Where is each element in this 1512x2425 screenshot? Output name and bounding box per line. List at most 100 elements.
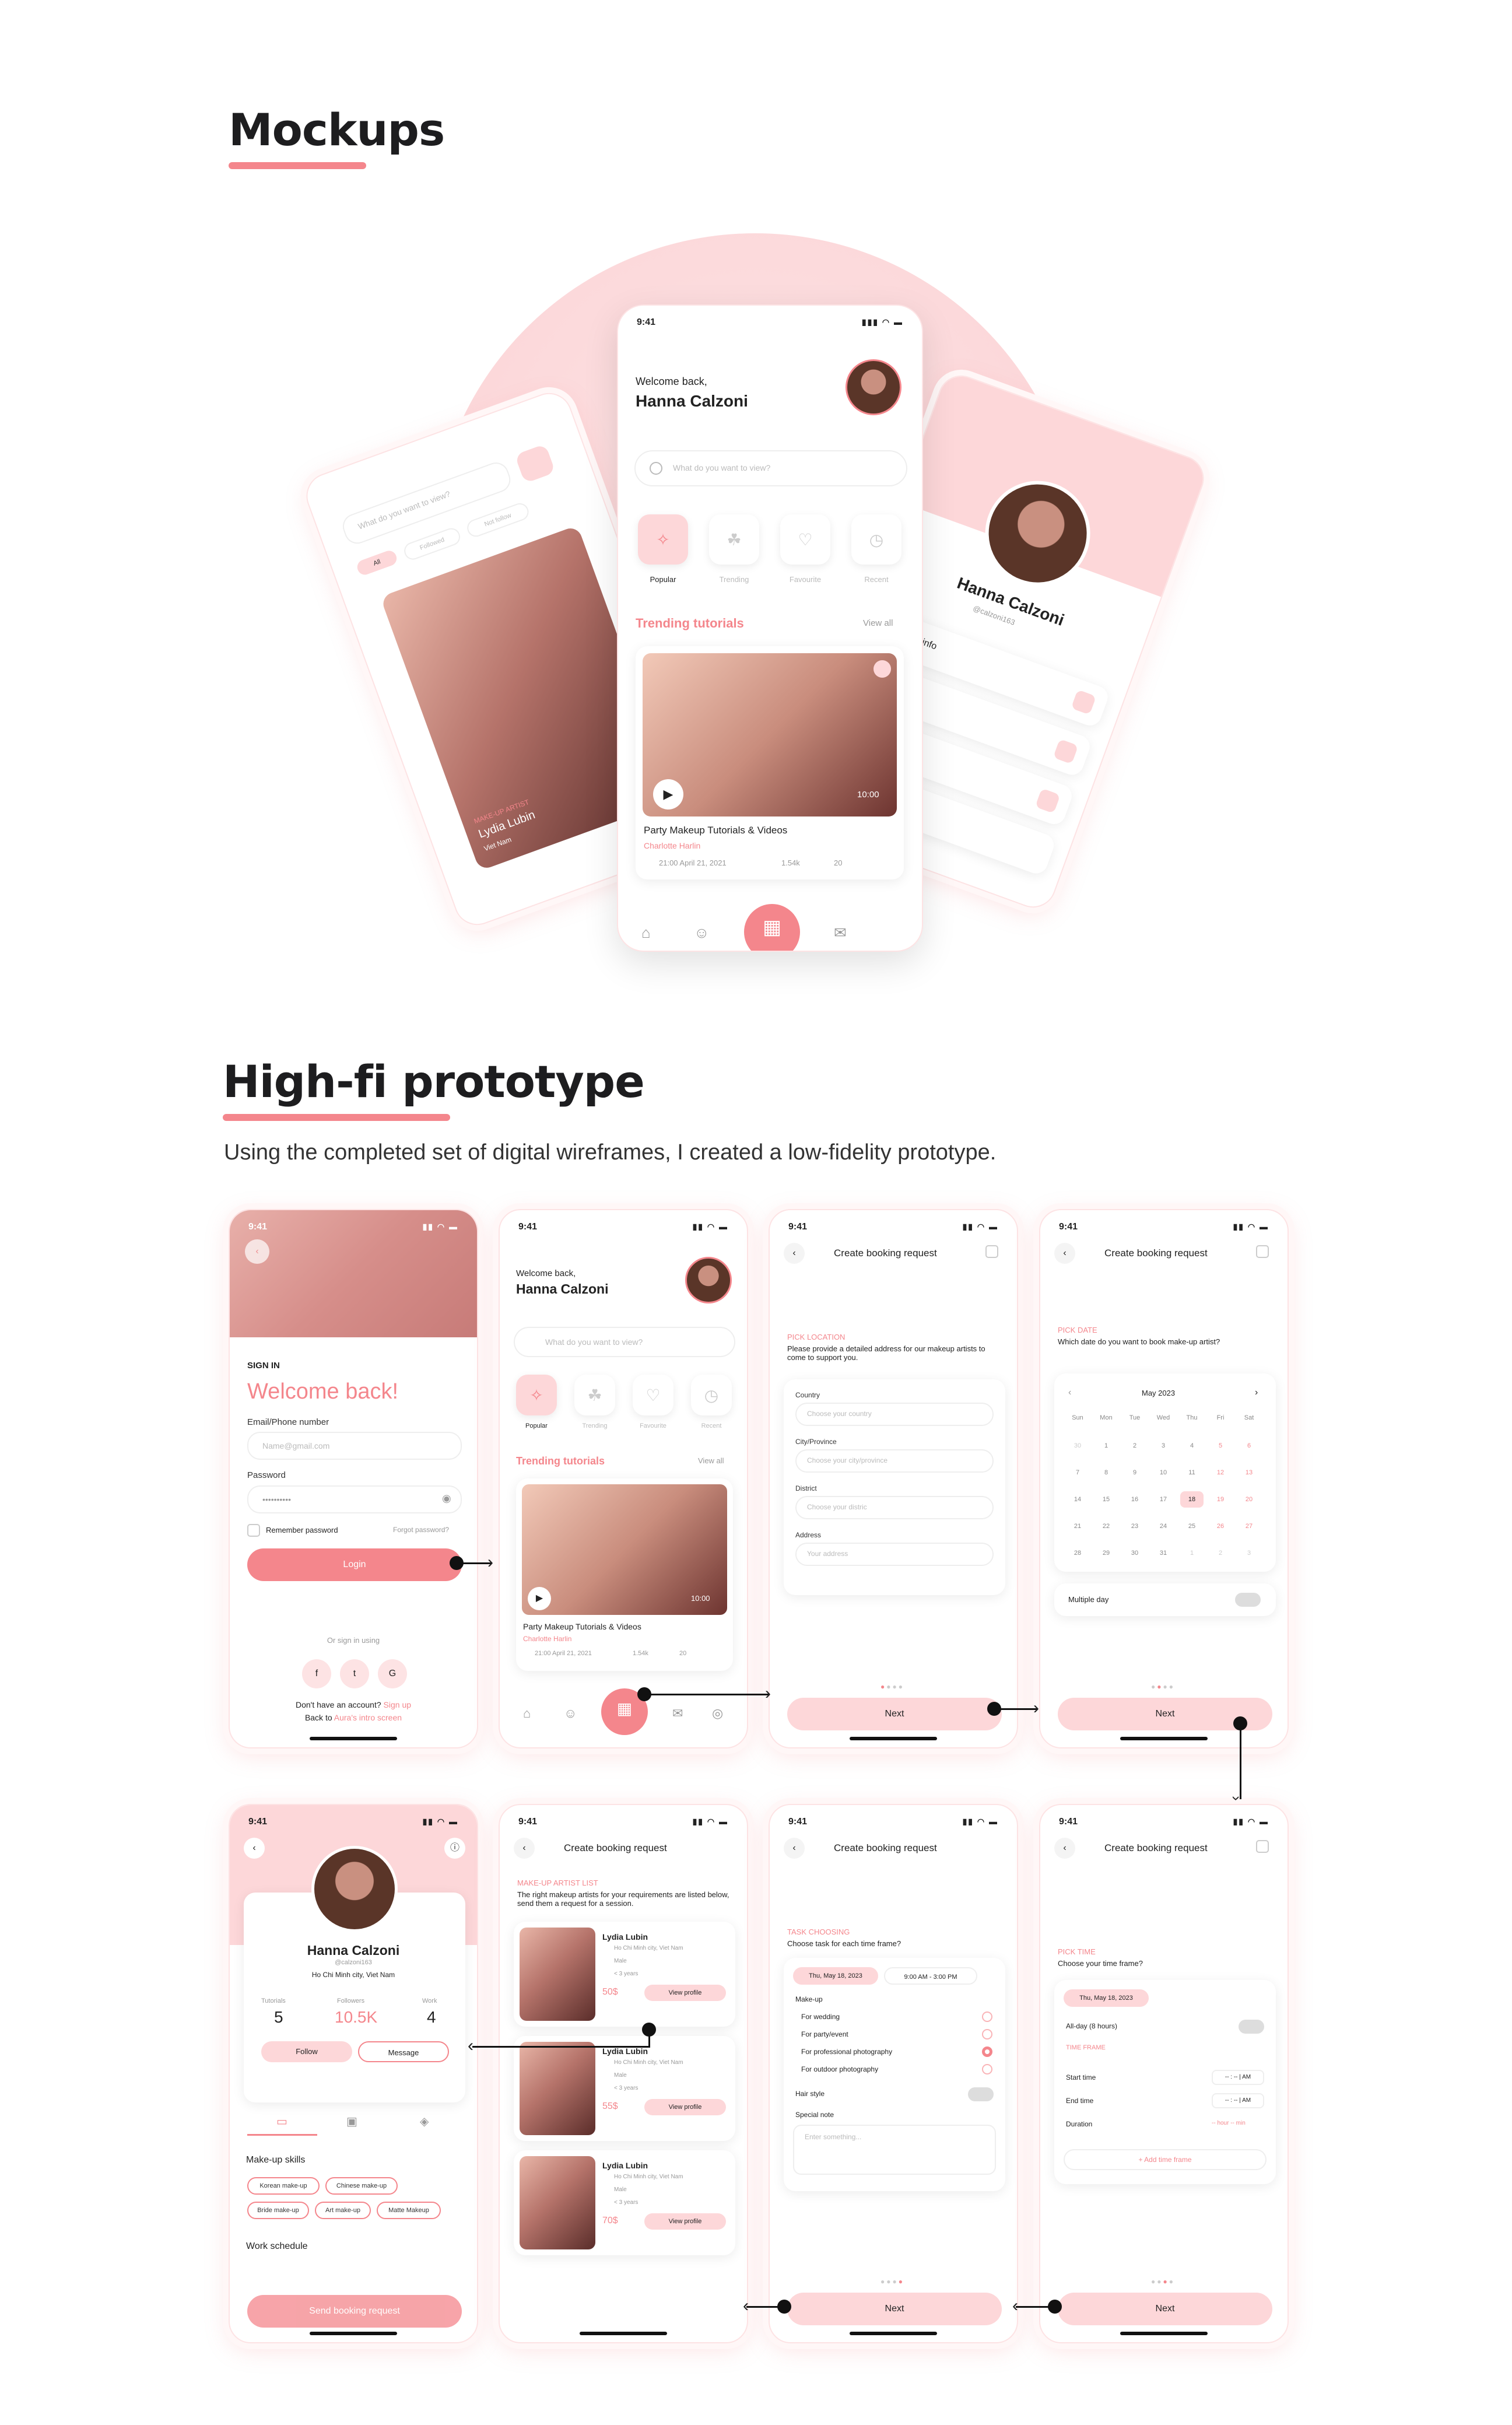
calendar-day[interactable]: 11 [1180, 1464, 1204, 1481]
calendar-day[interactable]: 5 [1209, 1438, 1232, 1454]
next-button[interactable]: Next [1058, 2293, 1272, 2325]
tab-tutorials-icon[interactable]: ▭ [276, 2114, 287, 2129]
calendar-day[interactable]: 2 [1123, 1438, 1146, 1454]
calendar-day[interactable]: 10 [1152, 1464, 1175, 1481]
cat-trending-icon[interactable]: ☘ [709, 514, 759, 565]
calendar-day[interactable]: 15 [1094, 1491, 1118, 1508]
login-button[interactable]: Login [247, 1548, 462, 1581]
help-icon[interactable] [1256, 1840, 1269, 1853]
calendar-day[interactable]: 3 [1152, 1438, 1175, 1454]
calendar-day[interactable]: 18 [1180, 1491, 1204, 1508]
end-input[interactable]: -- : -- | AM [1212, 2093, 1264, 2108]
signup-link[interactable]: Sign up [384, 1700, 411, 1709]
view-profile-button[interactable]: View profile [644, 1985, 726, 2001]
heart-icon[interactable] [873, 660, 891, 678]
radio-wedding[interactable] [982, 2012, 992, 2022]
calendar-day[interactable]: 23 [1123, 1518, 1146, 1534]
video-card[interactable]: ▶ 10:00 Party Makeup Tutorials & Videos … [516, 1478, 733, 1671]
calendar-day[interactable]: 29 [1094, 1545, 1118, 1561]
calendar-day[interactable]: 17 [1152, 1491, 1175, 1508]
calendar-day[interactable]: 16 [1123, 1491, 1146, 1508]
city-select[interactable]: Choose your city/province [795, 1449, 994, 1473]
message-button[interactable]: Message [358, 2041, 449, 2062]
calendar-day[interactable]: 7 [1066, 1464, 1089, 1481]
left-mock-search[interactable]: What do you want to view? [339, 458, 514, 548]
help-icon[interactable] [1256, 1245, 1269, 1258]
back-icon[interactable]: ‹ [1054, 1838, 1075, 1859]
eye-icon[interactable]: ◉ [442, 1492, 451, 1505]
intro-link[interactable]: Aura's intro screen [334, 1713, 402, 1722]
calendar-day[interactable]: 30 [1123, 1545, 1146, 1561]
next-month-icon[interactable]: › [1255, 1387, 1258, 1398]
tab-schedule-icon[interactable]: ◈ [420, 2114, 429, 2129]
home-search[interactable]: What do you want to view? [634, 450, 907, 486]
add-time-frame-button[interactable]: + Add time frame [1064, 2149, 1267, 2170]
password-field[interactable]: •••••••••• [247, 1485, 462, 1513]
calendar-day[interactable]: 12 [1209, 1464, 1232, 1481]
calendar-day[interactable]: 2 [1209, 1545, 1232, 1561]
send-request-button[interactable]: Send booking request [247, 2295, 462, 2328]
calendar-day[interactable]: 1 [1180, 1545, 1204, 1561]
next-button[interactable]: Next [787, 1698, 1002, 1730]
calendar-day[interactable]: 31 [1152, 1545, 1175, 1561]
calendar-day[interactable]: 27 [1237, 1518, 1261, 1534]
tab-gallery-icon[interactable]: ▣ [346, 2114, 357, 2129]
play-icon[interactable]: ▶ [528, 1587, 551, 1610]
calendar-day[interactable]: 20 [1237, 1491, 1261, 1508]
radio-photo[interactable] [982, 2046, 992, 2057]
calendar-day[interactable]: 22 [1094, 1518, 1118, 1534]
help-icon[interactable] [985, 1245, 998, 1258]
nav-artists-icon[interactable]: ☺ [694, 924, 710, 942]
back-icon[interactable]: ‹ [1054, 1243, 1075, 1264]
cat-trending-icon[interactable]: ☘ [574, 1375, 615, 1415]
start-input[interactable]: -- : -- | AM [1212, 2070, 1264, 2085]
district-select[interactable]: Choose your distric [795, 1496, 994, 1519]
calendar-day[interactable]: 28 [1066, 1545, 1089, 1561]
nav-artists-icon[interactable]: ☺ [564, 1706, 577, 1721]
view-all-link[interactable]: View all [863, 618, 893, 628]
back-icon[interactable]: ‹ [514, 1838, 535, 1859]
calendar-day[interactable]: 3 [1237, 1545, 1261, 1561]
cat-favourite-icon[interactable]: ♡ [780, 514, 830, 565]
cat-recent-icon[interactable]: ◷ [851, 514, 901, 565]
calendar-day[interactable]: 4 [1180, 1438, 1204, 1454]
nav-messages-icon[interactable]: ✉ [834, 924, 847, 942]
calendar-day[interactable]: 6 [1237, 1438, 1261, 1454]
view-profile-button[interactable]: View profile [644, 2099, 726, 2115]
video-card[interactable]: ▶ 10:00 Party Makeup Tutorials & Videos … [636, 646, 904, 879]
google-icon[interactable]: G [378, 1659, 407, 1688]
back-icon[interactable]: ‹ [244, 1838, 265, 1859]
cat-favourite-icon[interactable]: ♡ [633, 1375, 673, 1415]
time-date-chip[interactable]: Thu, May 18, 2023 [1064, 1989, 1149, 2007]
hair-toggle[interactable] [968, 2087, 994, 2101]
calendar-day[interactable]: 26 [1209, 1518, 1232, 1534]
book-calendar-icon[interactable]: ▦ [744, 904, 800, 951]
task-date-chip[interactable]: Thu, May 18, 2023 [793, 1967, 878, 1985]
nav-home-icon[interactable]: ⌂ [641, 924, 651, 942]
calendar-day[interactable]: 30 [1066, 1438, 1089, 1454]
cat-popular-icon[interactable]: ✧ [516, 1375, 557, 1415]
calendar-day[interactable]: 13 [1237, 1464, 1261, 1481]
country-select[interactable]: Choose your country [795, 1403, 994, 1426]
nav-profile-icon[interactable]: ◎ [712, 1706, 723, 1721]
calendar-day[interactable]: 24 [1152, 1518, 1175, 1534]
calendar-day[interactable]: 19 [1209, 1491, 1232, 1508]
left-tab-notfollow[interactable]: Not follow [465, 500, 531, 539]
play-icon[interactable]: ▶ [653, 779, 683, 809]
home-avatar[interactable] [846, 359, 901, 415]
nav-home-icon[interactable]: ⌂ [523, 1706, 531, 1721]
remember-checkbox[interactable] [247, 1524, 260, 1537]
prev-month-icon[interactable]: ‹ [1068, 1387, 1071, 1398]
calendar-day[interactable]: 9 [1123, 1464, 1146, 1481]
email-field[interactable]: Name@gmail.com [247, 1432, 462, 1460]
left-tab-all[interactable]: All [355, 548, 399, 577]
calendar-day[interactable]: 25 [1180, 1518, 1204, 1534]
filter-icon[interactable] [514, 443, 556, 483]
view-profile-button[interactable]: View profile [644, 2213, 726, 2230]
left-tab-followed[interactable]: Followed [401, 525, 463, 562]
allday-toggle[interactable] [1239, 2020, 1264, 2034]
home-search[interactable]: What do you want to view? [514, 1327, 735, 1357]
view-all-link[interactable]: View all [698, 1456, 724, 1465]
address-input[interactable]: Your address [795, 1543, 994, 1566]
cat-popular-icon[interactable]: ✧ [638, 514, 688, 565]
